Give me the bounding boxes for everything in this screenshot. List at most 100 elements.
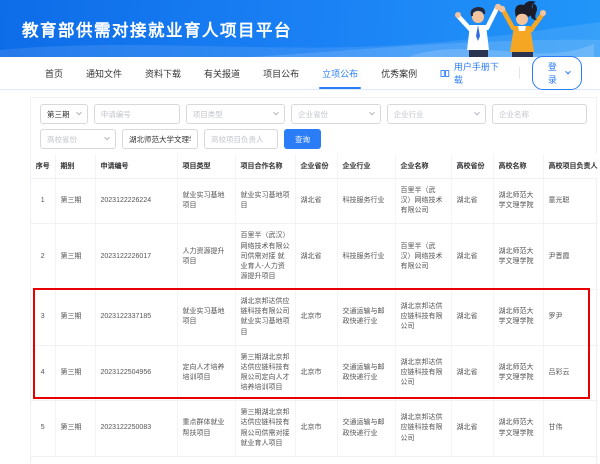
nav-item-downloads[interactable]: 资料下载 xyxy=(145,57,181,89)
table-cell: 科技服务行业 xyxy=(337,224,395,290)
table-cell: 北京市 xyxy=(295,401,337,457)
table-cell: 2023122337185 xyxy=(95,290,177,346)
table-body: 1第三期2023122226224就业实习基地项目就业实习基地项目湖北省科技服务… xyxy=(31,179,598,457)
table-cell: 3 xyxy=(31,290,55,346)
nav-divider xyxy=(519,67,520,79)
table-cell: 交通运输与邮政快递行业 xyxy=(337,290,395,346)
period-select[interactable]: 第三期 xyxy=(40,104,88,124)
user-manual-label: 用户手册下载 xyxy=(454,60,507,86)
enterprise-province-select[interactable]: 企业省份 xyxy=(291,104,380,124)
filter-row-2: 高校省份 查询 xyxy=(40,129,587,149)
school-province-select[interactable]: 高校省份 xyxy=(40,129,116,149)
table-cell: 2 xyxy=(31,224,55,290)
table-cell: 第三期 xyxy=(55,224,95,290)
nav-item-approval-publish[interactable]: 立项公布 xyxy=(322,57,358,89)
col-header-enterprise-province: 企业省份 xyxy=(295,154,337,179)
table-row[interactable]: 5第三期2023122250083重点群体就业帮扶项目第三期湖北京邦达供应链科技… xyxy=(31,401,598,457)
table-cell: 湖北京邦达供应链科技有限公司 xyxy=(395,345,451,401)
col-header-school-province: 高校省份 xyxy=(451,154,493,179)
chevron-down-icon xyxy=(104,135,110,141)
chevron-down-icon xyxy=(369,110,375,116)
table-cell: 湖北省 xyxy=(451,401,493,457)
table-cell: 人力资源提升项目 xyxy=(177,224,235,290)
chevron-down-icon xyxy=(76,110,82,116)
page-title: 教育部供需对接就业育人项目平台 xyxy=(22,17,292,41)
table-cell: 湖北师范大学文理学院 xyxy=(493,345,543,401)
table-row[interactable]: 4第三期2023122504956定向人才培养培训项目第三期湖北京邦达供应链科技… xyxy=(31,345,598,401)
table-cell: 湖北省 xyxy=(451,224,493,290)
banner: 教育部供需对接就业育人项目平台 xyxy=(0,0,600,57)
woman-figure xyxy=(499,1,546,57)
table-cell: 2023122504956 xyxy=(95,345,177,401)
table-cell: 湖北师范大学文理学院 xyxy=(493,224,543,290)
nav-item-home[interactable]: 首页 xyxy=(45,57,63,89)
table-row[interactable]: 1第三期2023122226224就业实习基地项目就业实习基地项目湖北省科技服务… xyxy=(31,179,598,224)
col-header-school-name: 高校名称 xyxy=(493,154,543,179)
school-name-input[interactable] xyxy=(122,129,198,149)
school-leader-input[interactable] xyxy=(204,129,278,149)
nav-item-reports[interactable]: 有关报道 xyxy=(204,57,240,89)
table-header-row: 序号 期别 申请编号 项目类型 项目合作名称 企业省份 企业行业 企业名称 高校… xyxy=(31,154,598,179)
table-cell: 百里半（武汉）网络技术有限公司 xyxy=(395,224,451,290)
table-cell: 2023122226017 xyxy=(95,224,177,290)
table-cell: 重点群体就业帮扶项目 xyxy=(177,401,235,457)
nav-item-project-publish[interactable]: 项目公布 xyxy=(263,57,299,89)
table-row[interactable]: 2第三期2023122226017人力资源提升项目百里半（武汉）网络技术有限公司… xyxy=(31,224,598,290)
table-cell: 第三期湖北京邦达供应链科技有限公司供需对接就业育人项目 xyxy=(235,401,295,457)
table-cell: 交通运输与邮政快递行业 xyxy=(337,345,395,401)
apply-no-input[interactable] xyxy=(94,104,180,124)
col-header-project-name: 项目合作名称 xyxy=(235,154,295,179)
table-cell: 北京市 xyxy=(295,345,337,401)
header-illustration-highfive xyxy=(409,0,594,57)
filter-panel: 第三期 项目类型 企业省份 企业行业 xyxy=(31,98,596,149)
table-cell: 湖北师范大学文理学院 xyxy=(493,401,543,457)
col-header-period: 期别 xyxy=(55,154,95,179)
table-cell: 百里半（武汉）网络技术有限公司供需对接 就业育人-人力资源提升项目 xyxy=(235,224,295,290)
table-cell: 罗尹 xyxy=(543,290,598,346)
table-cell: 湖北师范大学文理学院 xyxy=(493,179,543,224)
search-button[interactable]: 查询 xyxy=(284,129,321,149)
table-cell: 湖北京邦达供应链科技有限公司 xyxy=(395,290,451,346)
table-cell: 湖北省 xyxy=(451,179,493,224)
table-cell: 湖北京邦达供应链科技有限公司 xyxy=(395,401,451,457)
table-cell: 百里半（武汉）网络技术有限公司 xyxy=(395,179,451,224)
col-header-school-leader: 高校项目负责人 xyxy=(543,154,598,179)
col-header-enterprise-name: 企业名称 xyxy=(395,154,451,179)
table-cell: 湖北省 xyxy=(451,345,493,401)
table-cell: 第三期湖北京邦达供应链科技有限公司定向人才培养培训项目 xyxy=(235,345,295,401)
table-cell: 2023122226224 xyxy=(95,179,177,224)
nav-item-notices[interactable]: 通知文件 xyxy=(86,57,122,89)
col-header-index: 序号 xyxy=(31,154,55,179)
login-button[interactable]: 登录 xyxy=(532,56,582,90)
col-header-enterprise-industry: 企业行业 xyxy=(337,154,395,179)
filter-row-1: 第三期 项目类型 企业省份 企业行业 xyxy=(40,104,587,124)
user-manual-download-link[interactable]: 用户手册下载 xyxy=(440,60,507,86)
table-cell: 就业实习基地项目 xyxy=(177,290,235,346)
table-cell: 第三期 xyxy=(55,401,95,457)
page: 教育部供需对接就业育人项目平台 xyxy=(0,0,600,464)
table-row[interactable]: 3第三期2023122337185就业实习基地项目湖北京邦达供应链科技有限公司就… xyxy=(31,290,598,346)
col-header-project-type: 项目类型 xyxy=(177,154,235,179)
nav-item-best-cases[interactable]: 优秀案例 xyxy=(381,57,417,89)
table-cell: 甘伟 xyxy=(543,401,598,457)
table-cell: 就业实习基地项目 xyxy=(235,179,295,224)
table-cell: 第三期 xyxy=(55,179,95,224)
table-cell: 5 xyxy=(31,401,55,457)
nav-right: 用户手册下载 登录 xyxy=(440,57,582,89)
table-cell: 交通运输与邮政快递行业 xyxy=(337,401,395,457)
chevron-down-icon xyxy=(565,69,571,75)
table-cell: 湖北省 xyxy=(451,290,493,346)
table-cell: 第三期 xyxy=(55,345,95,401)
content-card: 第三期 项目类型 企业省份 企业行业 xyxy=(30,97,597,464)
table-cell: 第三期 xyxy=(55,290,95,346)
chevron-down-icon xyxy=(474,110,480,116)
enterprise-industry-select[interactable]: 企业行业 xyxy=(387,104,486,124)
enterprise-name-input[interactable] xyxy=(492,104,587,124)
project-type-select[interactable]: 项目类型 xyxy=(186,104,285,124)
table-cell: 就业实习基地项目 xyxy=(177,179,235,224)
table-cell: 4 xyxy=(31,345,55,401)
navbar: 首页 通知文件 资料下载 有关报道 项目公布 立项公布 优秀案例 用户手册下载 … xyxy=(0,57,600,90)
table-cell: 定向人才培养培训项目 xyxy=(177,345,235,401)
table-cell: 吕彩云 xyxy=(543,345,598,401)
table-cell: 1 xyxy=(31,179,55,224)
